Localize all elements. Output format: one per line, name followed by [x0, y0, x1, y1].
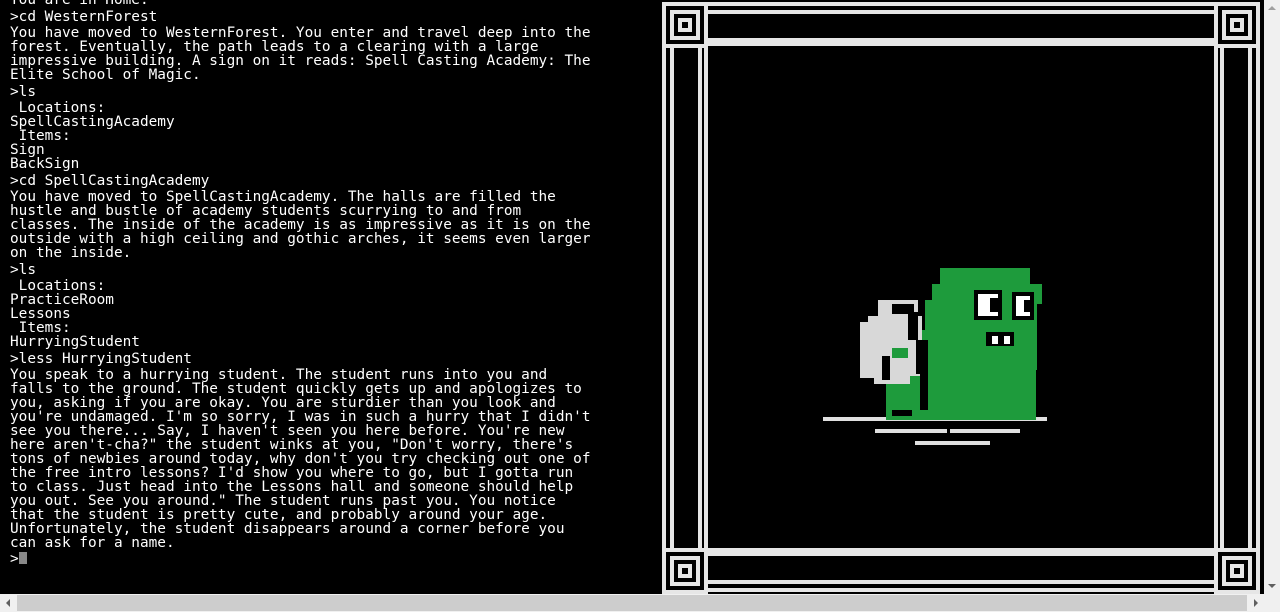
triangle-up-icon [1268, 6, 1276, 10]
ground-line [915, 441, 990, 445]
command-input-line[interactable]: > [10, 552, 650, 566]
terminal-output-line: PracticeRoom [10, 292, 114, 308]
terminal-output[interactable]: You are in Home. >cd WesternForest You hav… [0, 0, 660, 594]
terminal-output-line: the free intro lessons? I'd show you whe… [10, 465, 574, 481]
terminal-output-line: Items: [10, 320, 71, 336]
terminal-output-line: You are in Home. [10, 0, 149, 8]
scroll-left-button[interactable] [0, 595, 16, 611]
terminal-output-line: Lessons [10, 306, 71, 322]
triangle-right-icon [1254, 599, 1258, 607]
terminal-command-line: >ls [10, 84, 36, 100]
terminal-output-line: Elite School of Magic. [10, 67, 201, 83]
terminal-output-line: You speak to a hurrying student. The stu… [10, 367, 548, 383]
terminal-output-line: you're undamaged. I'm so sorry, I was in… [10, 409, 591, 425]
terminal-output-line: BackSign [10, 156, 80, 172]
horizontal-scrollbar[interactable] [0, 594, 1280, 612]
triangle-down-icon [1268, 584, 1276, 588]
horizontal-scroll-thumb[interactable] [17, 595, 1247, 611]
ground-line [875, 429, 947, 433]
terminal-output-line: hustle and bustle of academy students sc… [10, 203, 522, 219]
frame-corner-ornament [1214, 548, 1260, 594]
terminal-output-line: Items: [10, 128, 71, 144]
ornamental-frame [662, 2, 1260, 594]
scene-art-panel [660, 0, 1264, 594]
terminal-lines: You are in Home. >cd WesternForest You hav… [10, 0, 650, 566]
scroll-down-button[interactable] [1264, 578, 1280, 594]
terminal-output-line: Locations: [10, 278, 106, 294]
vertical-scrollbar[interactable] [1264, 0, 1280, 594]
terminal-output-line: You have moved to WesternForest. You ent… [10, 25, 591, 41]
scroll-right-button[interactable] [1248, 595, 1264, 611]
terminal-output-line: tons of newbies around today, why don't … [10, 451, 591, 467]
terminal-output-line: you out. See you around." The student ru… [10, 493, 556, 509]
frame-corner-ornament [662, 548, 708, 594]
terminal-output-line: see you there... Say, I haven't seen you… [10, 423, 565, 439]
frame-corner-ornament [662, 2, 708, 48]
terminal-output-line: You have moved to SpellCastingAcademy. T… [10, 189, 556, 205]
text-cursor [18, 552, 27, 564]
terminal-output-line: here aren't-cha?" the student winks at y… [10, 437, 574, 453]
terminal-output-line: SpellCastingAcademy [10, 114, 175, 130]
terminal-output-line: forest. Eventually, the path leads to a … [10, 39, 539, 55]
terminal-output-line: that the student is pretty cute, and pro… [10, 507, 548, 523]
terminal-output-line: you, asking if you are okay. You are stu… [10, 395, 556, 411]
terminal-output-line: falls to the ground. The student quickly… [10, 381, 582, 397]
triangle-left-icon [6, 599, 10, 607]
character-body [940, 268, 1030, 284]
scroll-up-button[interactable] [1264, 0, 1280, 16]
terminal-output-line: to class. Just head into the Lessons hal… [10, 479, 574, 495]
terminal-output-line: Sign [10, 142, 45, 158]
terminal-output-line: outside with a high ceiling and gothic a… [10, 231, 591, 247]
terminal-output-line: HurryingStudent [10, 334, 140, 350]
terminal-output-line: on the inside. [10, 245, 132, 261]
terminal-command-line: >less HurryingStudent [10, 351, 192, 367]
terminal-command-line: >cd WesternForest [10, 9, 158, 25]
terminal-output-line: Locations: [10, 100, 106, 116]
terminal-output-line: can ask for a name. [10, 535, 175, 551]
terminal-output-line: classes. The inside of the academy is as… [10, 217, 591, 233]
terminal-command-line: >ls [10, 262, 36, 278]
terminal-command-line: >cd SpellCastingAcademy [10, 173, 210, 189]
frame-corner-ornament [1214, 2, 1260, 48]
ground-line [950, 429, 1020, 433]
prompt-symbol: > [10, 551, 19, 567]
terminal-output-line: impressive building. A sign on it reads:… [10, 53, 591, 69]
terminal-output-line: Unfortunately, the student disappears ar… [10, 521, 565, 537]
